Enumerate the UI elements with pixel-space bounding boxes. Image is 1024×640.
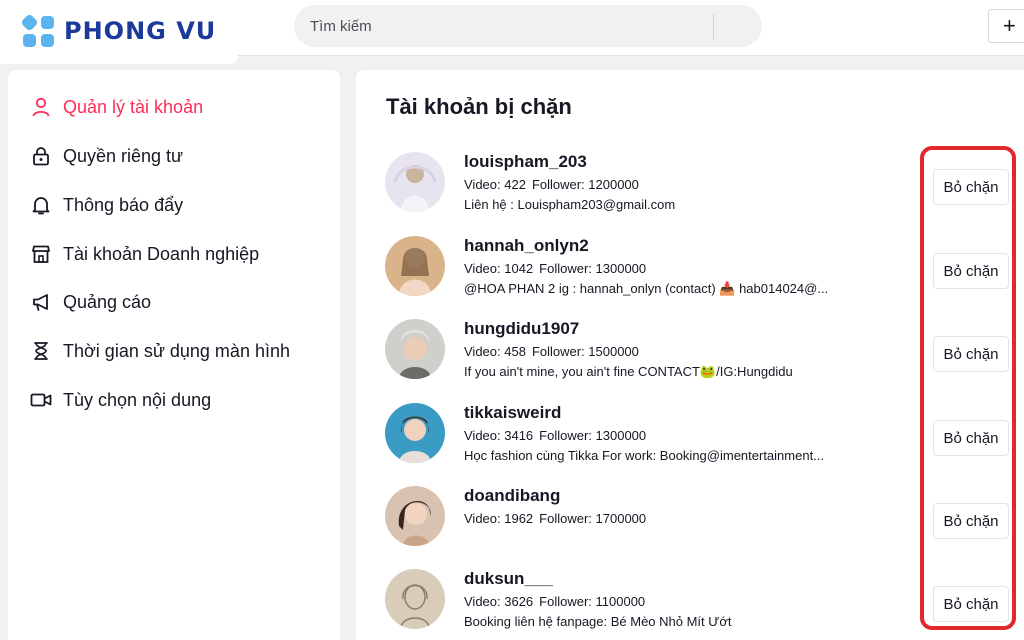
page-title: Tài khoản bị chặn [386, 94, 572, 119]
follower-count: Follower: 1500000 [531, 344, 639, 359]
username[interactable]: tikkaisweird [464, 403, 561, 423]
megaphone-icon [30, 291, 52, 313]
account-stats: Video: 1042 Follower: 1300000 [464, 261, 646, 276]
sidebar-item-account[interactable]: Quản lý tài khoản [30, 92, 203, 122]
follower-count: Follower: 1100000 [539, 594, 646, 609]
sidebar-item-label: Thời gian sử dụng màn hình [63, 340, 290, 361]
video-count: Video: 3626 [464, 594, 534, 609]
follower-count: Follower: 1700000 [539, 511, 647, 526]
account-stats: Video: 3416 Follower: 1300000 [464, 428, 646, 443]
blocked-account-row: hannah_onlyn2 Video: 1042 Follower: 13000… [356, 236, 1024, 316]
blocked-accounts-panel: Tài khoản bị chặn louispham_203 Video: 4… [356, 70, 1024, 640]
username[interactable]: louispham_203 [464, 152, 587, 172]
blocked-account-row: doandibang Video: 1962 Follower: 1700000 … [356, 486, 1024, 566]
plus-icon: + [1003, 13, 1016, 38]
follower-count: Follower: 1200000 [531, 177, 639, 192]
sidebar-item-notifications[interactable]: Thông báo đẩy [30, 190, 183, 220]
account-stats: Video: 458 Follower: 1500000 [464, 344, 639, 359]
phongvu-logo-icon [21, 14, 54, 47]
avatar[interactable] [385, 403, 445, 463]
sidebar-item-screen-time[interactable]: Thời gian sử dụng màn hình [30, 336, 290, 366]
account-bio: Học fashion cùng Tikka For work: Booking… [464, 448, 825, 463]
bell-icon [30, 194, 52, 216]
brand-logo[interactable]: PHONG VU [0, 0, 238, 64]
store-icon [30, 243, 52, 265]
follower-count: Follower: 1300000 [539, 261, 647, 276]
sidebar-item-ads[interactable]: Quảng cáo [30, 287, 151, 317]
sidebar-item-business-account[interactable]: Tài khoản Doanh nghiệp [30, 239, 259, 269]
search-input[interactable] [310, 5, 700, 47]
hourglass-icon [30, 340, 52, 362]
account-bio: @HOA PHAN 2 ig : hannah_onlyn (contact) … [464, 281, 829, 296]
follower-count: Follower: 1300000 [539, 428, 647, 443]
sidebar-item-label: Quản lý tài khoản [63, 96, 204, 117]
blocked-account-row: louispham_203 Video: 422 Follower: 120000… [356, 152, 1024, 232]
blocked-account-row: duksun___ Video: 3626 Follower: 1100000 B… [356, 569, 1024, 640]
brand-name: PHONG VU [64, 17, 217, 45]
account-stats: Video: 3626 Follower: 1100000 [464, 594, 645, 609]
sidebar-item-label: Quyền riêng tư [63, 145, 184, 166]
sidebar-item-label: Quảng cáo [63, 291, 152, 312]
account-stats: Video: 1962 Follower: 1700000 [464, 511, 646, 526]
avatar[interactable] [385, 569, 445, 629]
search-divider [713, 14, 714, 40]
video-count: Video: 1042 [464, 261, 534, 276]
unblock-button[interactable]: Bỏ chặn [933, 420, 1009, 456]
sidebar-item-label: Tùy chọn nội dung [63, 389, 212, 410]
avatar[interactable] [385, 236, 445, 296]
blocked-account-row: tikkaisweird Video: 3416 Follower: 130000… [356, 403, 1024, 483]
video-count: Video: 422 [464, 177, 526, 192]
sidebar-item-label: Tài khoản Doanh nghiệp [63, 243, 260, 264]
lock-icon [30, 145, 52, 167]
username[interactable]: hannah_onlyn2 [464, 236, 589, 256]
unblock-button[interactable]: Bỏ chặn [933, 253, 1009, 289]
sidebar-item-label: Thông báo đẩy [63, 194, 184, 215]
account-bio: If you ain't mine, you ain't fine CONTAC… [464, 364, 793, 379]
search-bar [294, 5, 1024, 47]
unblock-button[interactable]: Bỏ chặn [933, 169, 1009, 205]
upload-button[interactable]: + [988, 9, 1024, 43]
video-icon [30, 389, 52, 411]
avatar[interactable] [385, 152, 445, 212]
username[interactable]: hungdidu1907 [464, 319, 579, 339]
blocked-account-row: hungdidu1907 Video: 458 Follower: 1500000… [356, 319, 1024, 399]
account-stats: Video: 422 Follower: 1200000 [464, 177, 639, 192]
video-count: Video: 1962 [464, 511, 534, 526]
video-count: Video: 458 [464, 344, 526, 359]
unblock-button[interactable]: Bỏ chặn [933, 586, 1009, 622]
unblock-button[interactable]: Bỏ chặn [933, 503, 1009, 539]
user-icon [30, 96, 52, 118]
sidebar-item-privacy[interactable]: Quyền riêng tư [30, 141, 183, 171]
unblock-button[interactable]: Bỏ chặn [933, 336, 1009, 372]
username[interactable]: duksun___ [464, 569, 553, 589]
avatar[interactable] [385, 486, 445, 546]
sidebar-item-content-preferences[interactable]: Tùy chọn nội dung [30, 385, 211, 415]
settings-sidebar: Quản lý tài khoản Quyền riêng tư Thông b… [8, 70, 340, 640]
account-bio: Booking liên hệ fanpage: Bé Mèo Nhỏ Mít … [464, 614, 732, 629]
avatar[interactable] [385, 319, 445, 379]
video-count: Video: 3416 [464, 428, 534, 443]
account-bio: Liên hệ : Louispham203@gmail.com [464, 197, 676, 212]
username[interactable]: doandibang [464, 486, 560, 506]
